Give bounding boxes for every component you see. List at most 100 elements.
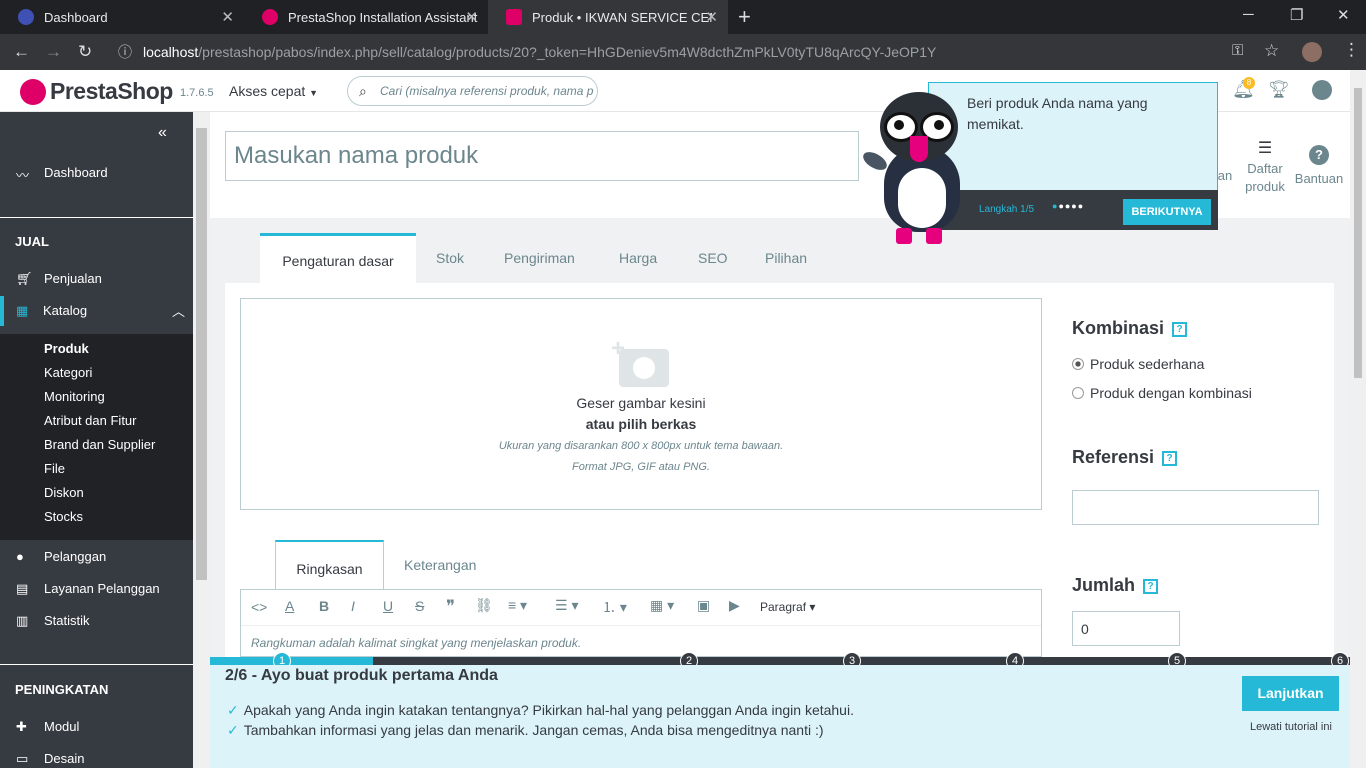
help-button[interactable]: ? Bantuan xyxy=(1294,145,1344,186)
new-tab-button[interactable]: + xyxy=(738,4,751,30)
quote-icon[interactable]: ❞ xyxy=(446,597,455,617)
info-icon[interactable]: ⓘ xyxy=(118,38,132,66)
page-scrollbar-thumb[interactable] xyxy=(1354,88,1362,378)
tab-basic-settings[interactable]: Pengaturan dasar xyxy=(260,233,416,283)
text-color-icon[interactable]: A xyxy=(285,598,294,614)
link-icon[interactable]: ⛓ xyxy=(475,597,493,614)
help-icon[interactable]: ? xyxy=(1143,578,1159,594)
list-icon: ☰ xyxy=(1257,140,1273,157)
underline-icon[interactable]: U xyxy=(383,598,393,614)
sidebar-item-discounts[interactable]: Diskon xyxy=(44,485,84,500)
close-icon[interactable]: ✕ xyxy=(465,8,478,26)
quantity-input[interactable]: 0 xyxy=(1072,611,1180,646)
product-list-button[interactable]: ☰ Daftar produk xyxy=(1240,138,1290,194)
sidebar-item-categories[interactable]: Kategori xyxy=(44,365,92,380)
radio-label: Produk dengan kombinasi xyxy=(1090,385,1252,401)
tab-summary[interactable]: Ringkasan xyxy=(275,540,384,589)
sidebar-item-stocks[interactable]: Stocks xyxy=(44,509,83,524)
quick-access-dropdown[interactable]: Akses cepat ▼ xyxy=(229,83,318,99)
back-icon[interactable]: ← xyxy=(13,42,30,62)
numbered-list-icon[interactable]: ⒈ ▾ xyxy=(602,597,627,617)
continue-button[interactable]: Lanjutkan xyxy=(1242,676,1339,711)
summary-placeholder[interactable]: Rangkuman adalah kalimat singkat yang me… xyxy=(251,636,581,650)
tutorial-item: ✓ Apakah yang Anda ingin katakan tentangn… xyxy=(227,702,854,719)
align-icon[interactable]: ≡ ▾ xyxy=(508,597,527,614)
sidebar-item-files[interactable]: File xyxy=(44,461,65,476)
add-photo-icon: + xyxy=(611,337,669,387)
browser-tab-install[interactable]: PrestaShop Installation Assistant ✕ xyxy=(244,0,488,34)
close-window-button[interactable]: ✕ xyxy=(1337,6,1350,24)
radio-combination-product[interactable]: Produk dengan kombinasi xyxy=(1072,385,1252,401)
minimize-button[interactable]: ─ xyxy=(1243,6,1254,23)
media-icon[interactable]: ▶ xyxy=(729,597,740,614)
strikethrough-icon[interactable]: S xyxy=(415,598,424,614)
search-input[interactable]: ⌕ Cari (misalnya referensi produk, nama … xyxy=(347,76,598,106)
sidebar-item-customer-service[interactable]: ▤ Layanan Pelanggan xyxy=(0,581,193,601)
key-icon[interactable]: ⚿ xyxy=(1232,42,1243,59)
reference-label: Referensi xyxy=(1072,447,1155,467)
user-icon[interactable] xyxy=(1312,80,1332,100)
tab-pricing[interactable]: Harga xyxy=(619,233,657,283)
reference-input[interactable] xyxy=(1072,490,1319,525)
italic-icon[interactable]: I xyxy=(351,598,355,614)
sidebar-item-modules[interactable]: ✚ Modul xyxy=(0,719,193,739)
chat-icon: ▤ xyxy=(16,581,29,596)
reload-icon[interactable]: ↻ xyxy=(78,42,92,62)
code-icon[interactable]: <> xyxy=(251,599,267,615)
image-icon[interactable]: ▣ xyxy=(697,597,710,614)
menu-icon[interactable]: ⋮ xyxy=(1343,40,1360,60)
page-scrollbar[interactable] xyxy=(1350,70,1366,768)
browser-tab-dashboard[interactable]: Dashboard ✕ xyxy=(0,0,244,34)
forward-icon[interactable]: → xyxy=(45,42,62,62)
close-icon[interactable]: ✕ xyxy=(705,8,718,26)
sidebar-item-label: Dashboard xyxy=(44,165,108,180)
image-dropzone[interactable]: + Geser gambar kesini atau pilih berkas … xyxy=(240,298,1042,510)
avatar[interactable] xyxy=(1302,42,1322,62)
sidebar-item-attributes[interactable]: Atribut dan Fitur xyxy=(44,413,137,428)
url-field[interactable]: ⓘ localhost/prestashop/pabos/index.php/s… xyxy=(110,38,1290,66)
paragraph-select[interactable]: Paragraf ▾ xyxy=(760,600,815,614)
sidebar-item-products[interactable]: Produk xyxy=(44,341,89,356)
sidebar: « 〰 Dashboard JUAL 🛒︎ Penjualan ▦ Katalo… xyxy=(0,112,193,768)
help-icon[interactable]: ? xyxy=(1172,321,1188,337)
combinations-label: Kombinasi xyxy=(1072,318,1165,338)
sidebar-section-improve: PENINGKATAN xyxy=(15,682,109,697)
sidebar-item-label: Pelanggan xyxy=(44,549,107,564)
product-name-input[interactable]: Masukan nama produk xyxy=(225,131,859,181)
summary-editor: <> A B I U S ❞ ⛓ ≡ ▾ ☰ ▾ ⒈ ▾ ▦ ▾ ▣ ▶ Par… xyxy=(240,589,1042,657)
help-icon[interactable]: ? xyxy=(1162,450,1178,466)
radio-simple-product[interactable]: Produk sederhana xyxy=(1072,356,1204,372)
product-name-placeholder: Masukan nama produk xyxy=(234,142,479,169)
logo[interactable]: PrestaShop xyxy=(50,78,173,105)
table-icon[interactable]: ▦ ▾ xyxy=(650,597,674,614)
star-icon[interactable]: ☆ xyxy=(1264,41,1279,61)
sidebar-item-catalog[interactable]: ▦ Katalog ︿ xyxy=(0,296,193,326)
sidebar-item-stats[interactable]: ▥ Statistik xyxy=(0,613,193,633)
tab-shipping[interactable]: Pengiriman xyxy=(504,233,575,283)
sidebar-item-monitoring[interactable]: Monitoring xyxy=(44,389,105,404)
sidebar-item-customers[interactable]: ● Pelanggan xyxy=(0,549,193,569)
sidebar-item-brands[interactable]: Brand dan Supplier xyxy=(44,437,155,452)
divider xyxy=(0,217,193,218)
tab-options[interactable]: Pilihan xyxy=(765,233,807,283)
maximize-button[interactable]: ❐ xyxy=(1290,6,1303,24)
person-icon: ● xyxy=(16,549,24,564)
tab-seo[interactable]: SEO xyxy=(698,233,728,283)
choose-file-link[interactable]: atau pilih berkas xyxy=(241,416,1041,432)
bold-icon[interactable]: B xyxy=(319,598,329,614)
tab-description[interactable]: Keterangan xyxy=(404,557,476,573)
sidebar-item-sales[interactable]: 🛒︎ Penjualan xyxy=(0,271,193,291)
browser-tab-bar: Dashboard ✕ PrestaShop Installation Assi… xyxy=(0,0,1366,34)
browser-tab-product[interactable]: Produk • IKWAN SERVICE CENTE ✕ xyxy=(488,0,728,34)
sidebar-item-design[interactable]: ▭ Desain xyxy=(0,751,193,768)
skip-tutorial-link[interactable]: Lewati tutorial ini xyxy=(1250,721,1332,733)
sidebar-scrollbar-thumb[interactable] xyxy=(196,128,207,580)
sidebar-item-dashboard[interactable]: 〰 Dashboard xyxy=(0,165,193,185)
tab-stock[interactable]: Stok xyxy=(436,233,464,283)
popup-next-button[interactable]: BERIKUTNYA xyxy=(1123,199,1211,225)
bullet-list-icon[interactable]: ☰ ▾ xyxy=(555,597,578,614)
trophy-icon[interactable]: 🏆︎ xyxy=(1268,80,1290,100)
combinations-title: Kombinasi? xyxy=(1072,318,1188,339)
collapse-menu-icon[interactable]: « xyxy=(158,124,167,142)
close-icon[interactable]: ✕ xyxy=(221,8,234,26)
